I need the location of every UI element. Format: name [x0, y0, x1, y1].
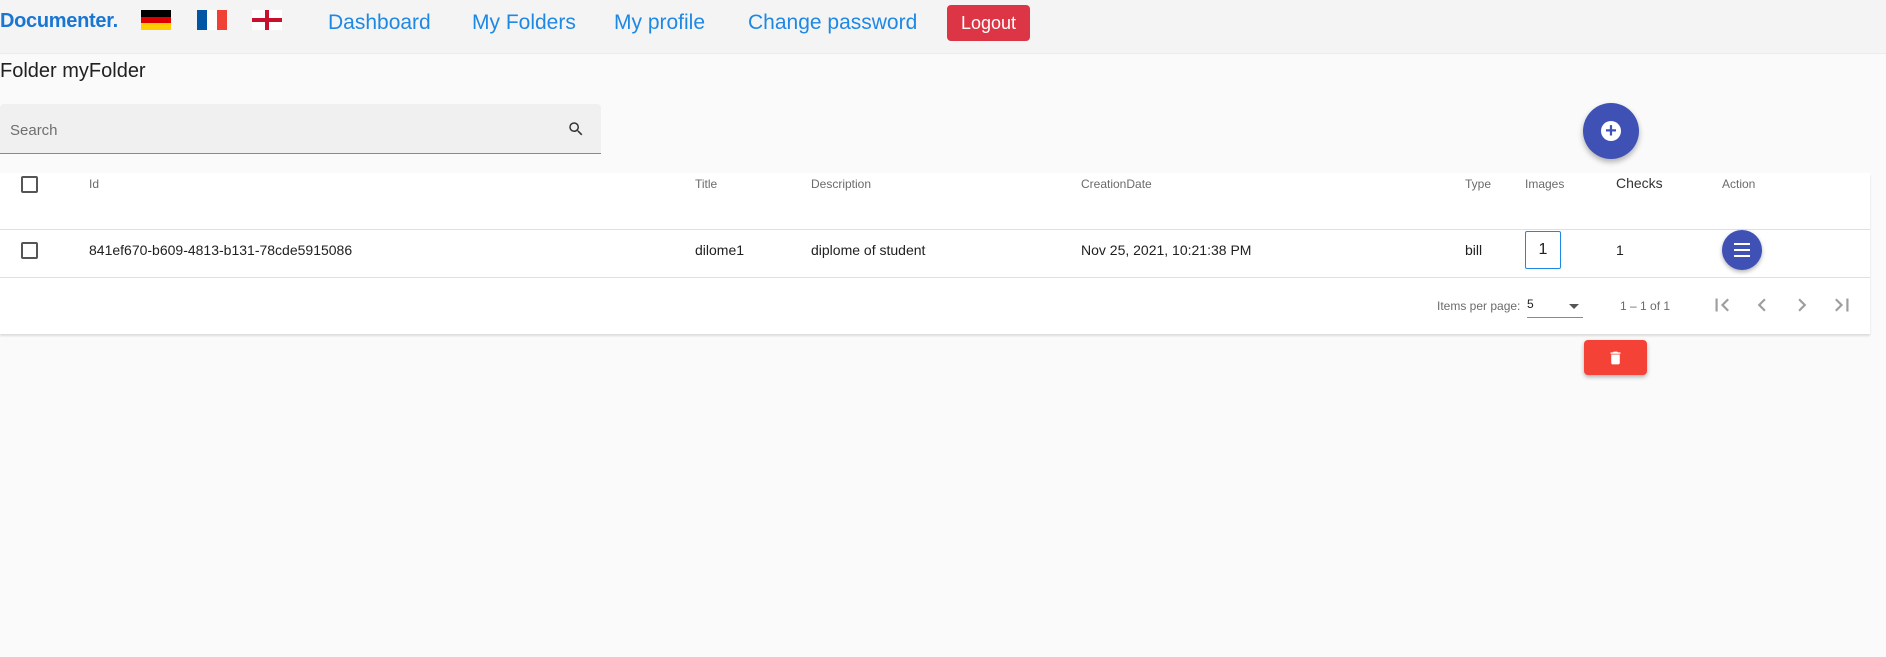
cell-checks: 1: [1616, 242, 1624, 258]
nav-link-change-password[interactable]: Change password: [748, 11, 917, 35]
nav-link-my-folders[interactable]: My Folders: [472, 11, 576, 35]
row-divider: [0, 277, 1870, 278]
row-action-menu-button[interactable]: [1722, 230, 1762, 270]
delete-button[interactable]: [1584, 340, 1647, 375]
column-header-description[interactable]: Description: [811, 177, 871, 191]
brand-logo[interactable]: Documenter.: [0, 10, 118, 33]
column-header-type[interactable]: Type: [1465, 177, 1491, 191]
cell-title: dilome1: [695, 242, 745, 258]
cell-id: 841ef670-b609-4813-b131-78cde5915086: [89, 242, 353, 258]
plus-circle-icon: +: [1601, 121, 1621, 141]
nav-link-my-profile[interactable]: My profile: [614, 11, 705, 35]
top-navbar: Documenter. Dashboard My Folders My prof…: [0, 0, 1886, 54]
cell-creation-date: Nov 25, 2021, 10:21:38 PM: [1081, 242, 1252, 258]
previous-page-icon[interactable]: [1749, 292, 1775, 318]
column-header-checks[interactable]: Checks: [1616, 175, 1663, 191]
row-checkbox[interactable]: [21, 242, 38, 259]
select-all-checkbox[interactable]: [21, 176, 38, 193]
search-icon[interactable]: [567, 120, 585, 138]
header-divider: [0, 229, 1870, 230]
column-header-id[interactable]: Id: [89, 177, 99, 191]
items-per-page-label: Items per page:: [1437, 299, 1521, 313]
dropdown-arrow-icon: [1569, 304, 1579, 309]
page-size-select[interactable]: 5: [1527, 295, 1583, 318]
last-page-icon[interactable]: [1829, 292, 1855, 318]
nav-link-dashboard[interactable]: Dashboard: [328, 11, 431, 35]
search-field: [0, 104, 601, 154]
add-document-button[interactable]: +: [1583, 103, 1639, 159]
column-header-action: Action: [1722, 177, 1756, 191]
page-title: Folder myFolder: [0, 60, 146, 82]
german-flag-icon[interactable]: [141, 10, 171, 30]
search-input[interactable]: [8, 118, 552, 142]
column-header-images[interactable]: Images: [1525, 177, 1564, 191]
column-header-title[interactable]: Title: [695, 177, 717, 191]
menu-icon: [1734, 243, 1750, 245]
next-page-icon[interactable]: [1789, 292, 1815, 318]
column-header-creation-date[interactable]: CreationDate: [1081, 177, 1152, 191]
cell-type: bill: [1465, 242, 1483, 258]
page-range-label: 1 – 1 of 1: [1620, 299, 1671, 313]
cell-description: diplome of student: [811, 242, 926, 258]
cell-images-button[interactable]: 1: [1525, 231, 1561, 269]
trash-icon: [1610, 351, 1621, 365]
logout-button[interactable]: Logout: [947, 5, 1030, 41]
french-flag-icon[interactable]: [197, 10, 227, 30]
first-page-icon[interactable]: [1709, 292, 1735, 318]
english-flag-icon[interactable]: [252, 10, 282, 30]
page-size-value: 5: [1527, 297, 1534, 311]
